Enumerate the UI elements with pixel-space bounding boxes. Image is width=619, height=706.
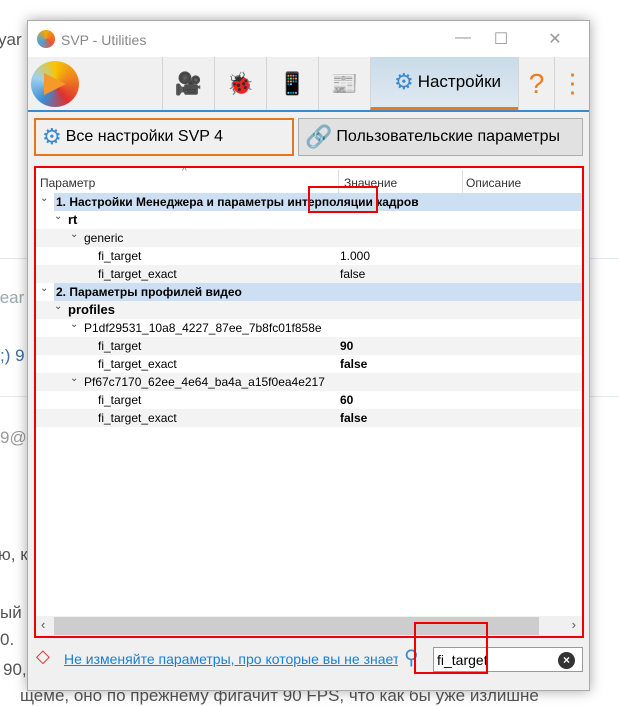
tree-group-row[interactable]: ⌄ 2. Параметры профилей видео <box>40 283 582 301</box>
all-settings-label: Все настройки SVP 4 <box>65 128 223 145</box>
svp-utilities-window: SVP - Utilities — ☐ ✕ 🎥 🐞 📱 📰 ⚙ Настройк… <box>27 20 590 691</box>
highlight-box <box>414 622 488 674</box>
scroll-left-arrow[interactable]: ‹ <box>41 617 45 632</box>
row-label: fi_target <box>98 249 142 263</box>
video-camera-icon[interactable]: 🎥 <box>162 57 214 110</box>
minimize-button[interactable]: — <box>448 29 478 47</box>
tree-row[interactable]: fi_target_exact false <box>36 409 582 427</box>
chevron-down-icon[interactable]: ⌄ <box>70 370 78 388</box>
bug-icon[interactable]: 🐞 <box>214 57 266 110</box>
row-label: generic <box>84 231 124 245</box>
newspaper-icon[interactable]: 📰 <box>318 57 370 110</box>
chevron-down-icon[interactable]: ⌄ <box>40 190 48 208</box>
row-value[interactable]: false <box>340 355 367 373</box>
bg-text: ю, к <box>0 545 28 564</box>
toolbar: 🎥 🐞 📱 📰 ⚙ Настройки ? ⋮ <box>28 57 589 112</box>
link-add-icon: 🔗 <box>305 124 333 149</box>
tab-settings-label: Настройки <box>417 72 502 91</box>
title-bar[interactable]: SVP - Utilities — ☐ ✕ <box>28 21 589 57</box>
row-label: 2. Параметры профилей видео <box>56 285 242 299</box>
window-title: SVP - Utilities <box>61 32 147 48</box>
warning-link[interactable]: Не изменяйте параметры, про которые вы н… <box>64 651 398 667</box>
svp-app-icon <box>37 30 55 48</box>
chevron-down-icon[interactable]: ⌄ <box>40 280 48 298</box>
row-label: Pf67c7170_62ee_4e64_ba4a_a15f0ea4e217 <box>84 375 325 389</box>
bg-text: tear <box>0 288 25 307</box>
chevron-down-icon[interactable]: ⌄ <box>70 226 78 244</box>
bg-text: yar <box>0 30 22 49</box>
gears-icon: ⚙ <box>393 69 414 94</box>
row-value[interactable]: 90 <box>340 337 353 355</box>
chevron-down-icon[interactable]: ⌄ <box>54 208 62 226</box>
svp-logo-menu-button[interactable] <box>31 61 79 107</box>
chevron-down-icon[interactable]: ⌄ <box>70 316 78 334</box>
help-button[interactable]: ? <box>518 57 554 110</box>
tree-row[interactable]: fi_target_exact false <box>36 265 582 283</box>
remote-control-icon[interactable]: 📱 <box>266 57 318 110</box>
more-menu-button[interactable]: ⋮ <box>554 57 590 110</box>
bg-text: 0. <box>0 630 15 649</box>
row-label: P1df29531_10a8_4227_87ee_7b8fc01f858e <box>84 321 322 335</box>
row-label: fi_target_exact <box>98 411 177 425</box>
tree-row[interactable]: ⌄ rt <box>36 211 582 229</box>
tree-row[interactable]: fi_target 60 <box>36 391 582 409</box>
bg-text: ;) 9 <box>0 346 25 365</box>
tree-row[interactable]: fi_target_exact false <box>36 355 582 373</box>
row-label: fi_target <box>98 339 142 353</box>
tree-row[interactable]: ⌄ profiles <box>36 301 582 319</box>
warning-icon: ◇ <box>36 646 50 666</box>
tree-row[interactable]: fi_target 1.000 <box>36 247 582 265</box>
tree-row[interactable]: ⌄ generic <box>36 229 582 247</box>
row-value[interactable]: false <box>340 265 365 283</box>
tab-settings[interactable]: ⚙ Настройки <box>370 57 518 110</box>
clear-search-icon[interactable]: × <box>558 652 575 669</box>
horizontal-scrollbar[interactable]: ‹ › <box>36 616 582 636</box>
highlight-box <box>308 186 378 213</box>
maximize-button[interactable]: ☐ <box>486 29 516 49</box>
footer-bar: ◇ Не изменяйте параметры, про которые вы… <box>28 643 589 673</box>
user-params-label: Пользовательские параметры <box>336 128 560 145</box>
tree-row[interactable]: ⌄ Pf67c7170_62ee_4e64_ba4a_a15f0ea4e217 <box>36 373 582 391</box>
tree-row[interactable]: ⌄ P1df29531_10a8_4227_87ee_7b8fc01f858e <box>36 319 582 337</box>
chevron-down-icon[interactable]: ⌄ <box>54 298 62 316</box>
scroll-right-arrow[interactable]: › <box>572 617 576 632</box>
column-header-parameter[interactable]: Параметр <box>40 176 95 190</box>
row-label: fi_target_exact <box>98 357 177 371</box>
row-label: fi_target_exact <box>98 267 177 281</box>
column-header-description[interactable]: Описание <box>466 176 521 190</box>
gears-icon: ⚙ <box>42 124 62 149</box>
tree-row[interactable]: fi_target 90 <box>36 337 582 355</box>
row-label: fi_target <box>98 393 142 407</box>
user-params-button[interactable]: 🔗 Пользовательские параметры <box>298 118 583 156</box>
close-button[interactable]: ✕ <box>540 29 570 49</box>
all-settings-button[interactable]: ⚙ Все настройки SVP 4 <box>34 118 294 156</box>
bg-text: 9@ <box>0 428 27 447</box>
bg-text: ый <box>0 603 22 622</box>
row-value[interactable]: 1.000 <box>340 247 370 265</box>
row-value[interactable]: 60 <box>340 391 353 409</box>
settings-tree[interactable]: ^ Параметр Значение Описание ⌄ 1. Настрой… <box>34 166 584 638</box>
row-value[interactable]: false <box>340 409 367 427</box>
